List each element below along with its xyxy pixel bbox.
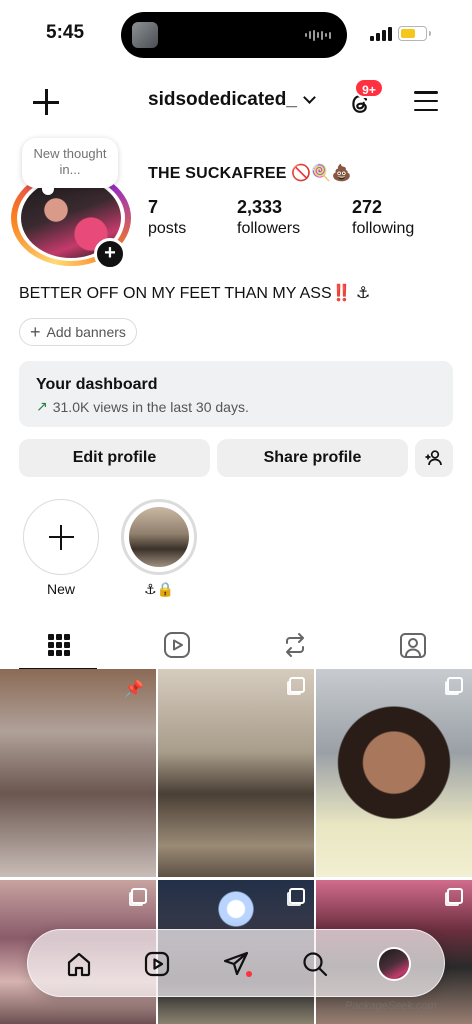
nav-messages[interactable] — [197, 930, 275, 998]
menu-icon[interactable] — [414, 91, 438, 111]
stat-following[interactable]: 272 following — [352, 197, 414, 238]
carousel-icon — [289, 677, 305, 693]
tab-reposts[interactable] — [236, 622, 354, 668]
grid-post[interactable] — [316, 669, 472, 877]
reels-icon — [144, 951, 170, 977]
stat-number: 7 — [148, 197, 159, 217]
discover-people-button[interactable] — [415, 439, 453, 477]
add-person-icon — [425, 450, 442, 466]
tab-tagged[interactable] — [354, 622, 472, 668]
stat-number: 272 — [352, 197, 383, 217]
carousel-icon — [289, 888, 305, 904]
dashboard-title: Your dashboard — [36, 376, 158, 393]
chevron-down-icon — [303, 91, 316, 104]
profile-tabs — [0, 622, 472, 669]
battery-icon — [398, 26, 431, 41]
username: sidsodedicated_ — [148, 89, 297, 110]
stat-label: posts — [148, 220, 187, 237]
grid-post[interactable] — [158, 669, 314, 877]
home-icon — [67, 952, 91, 977]
carousel-icon — [131, 888, 147, 904]
highlight-cover — [121, 499, 197, 575]
profile-stats: 7 posts 2,333 followers 272 following — [148, 197, 414, 238]
highlight-label: New — [46, 581, 75, 597]
search-icon — [303, 952, 328, 977]
edit-profile-button[interactable]: Edit profile — [19, 439, 210, 477]
watermark: PackageSeek.com — [345, 1000, 437, 1012]
plus-icon: + — [30, 322, 41, 342]
dashboard-card[interactable]: Your dashboard ↗ 31.0K views in the last… — [19, 361, 453, 427]
bio: BETTER OFF ON MY FEET THAN MY ASS‼️ ⚓ — [19, 285, 371, 302]
tab-grid[interactable] — [0, 622, 118, 669]
highlight-photo — [129, 507, 189, 567]
reposts-icon — [286, 633, 304, 657]
create-post-icon[interactable] — [32, 88, 60, 116]
tagged-icon — [400, 633, 426, 658]
tab-reels[interactable] — [118, 622, 236, 668]
reels-icon — [164, 632, 190, 658]
now-playing-thumbnail — [132, 22, 158, 48]
carousel-icon — [447, 677, 463, 693]
dashboard-subtitle: 31.0K views in the last 30 days. — [52, 398, 249, 415]
nav-profile[interactable] — [355, 930, 433, 998]
stat-posts[interactable]: 7 posts — [148, 197, 237, 238]
carousel-icon — [447, 888, 463, 904]
display-name: THE SUCKAFREE 🚫🍭💩 — [148, 165, 352, 182]
nav-search[interactable] — [276, 930, 354, 998]
nav-home[interactable] — [40, 930, 118, 998]
username-switcher[interactable]: sidsodedicated_ — [148, 89, 316, 111]
stat-followers[interactable]: 2,333 followers — [237, 197, 352, 238]
bottom-navigation — [27, 929, 445, 997]
notification-badge: 9+ — [354, 78, 384, 98]
grid-icon — [48, 634, 70, 656]
note-bubble[interactable]: New thought in... — [22, 138, 118, 195]
highlight-new[interactable]: New — [22, 499, 100, 597]
nav-reels[interactable] — [118, 930, 196, 998]
grid-post[interactable]: 📌 — [0, 669, 156, 877]
status-bar: 5:45 — [0, 0, 472, 70]
highlight-item[interactable]: ⚓🔒 — [120, 499, 198, 598]
highlight-label: ⚓🔒 — [144, 581, 174, 597]
unread-dot — [246, 971, 252, 977]
avatar — [377, 947, 411, 981]
stat-number: 2,333 — [237, 197, 283, 217]
add-banners-button[interactable]: + Add banners — [19, 318, 137, 346]
pin-icon: 📌 — [124, 681, 144, 698]
stat-label: following — [352, 220, 415, 237]
add-banners-label: Add banners — [46, 324, 126, 340]
trend-up-icon: ↗ — [36, 398, 48, 414]
status-time: 5:45 — [46, 22, 85, 43]
share-profile-button[interactable]: Share profile — [217, 439, 408, 477]
add-story-icon[interactable]: + — [94, 238, 126, 270]
dashboard-subtitle-row: ↗ 31.0K views in the last 30 days. — [36, 398, 436, 415]
cellular-signal-icon — [370, 27, 392, 41]
stat-label: followers — [237, 220, 301, 237]
dynamic-island[interactable] — [121, 12, 347, 58]
audio-wave-icon — [305, 29, 333, 41]
plus-icon — [23, 499, 99, 575]
